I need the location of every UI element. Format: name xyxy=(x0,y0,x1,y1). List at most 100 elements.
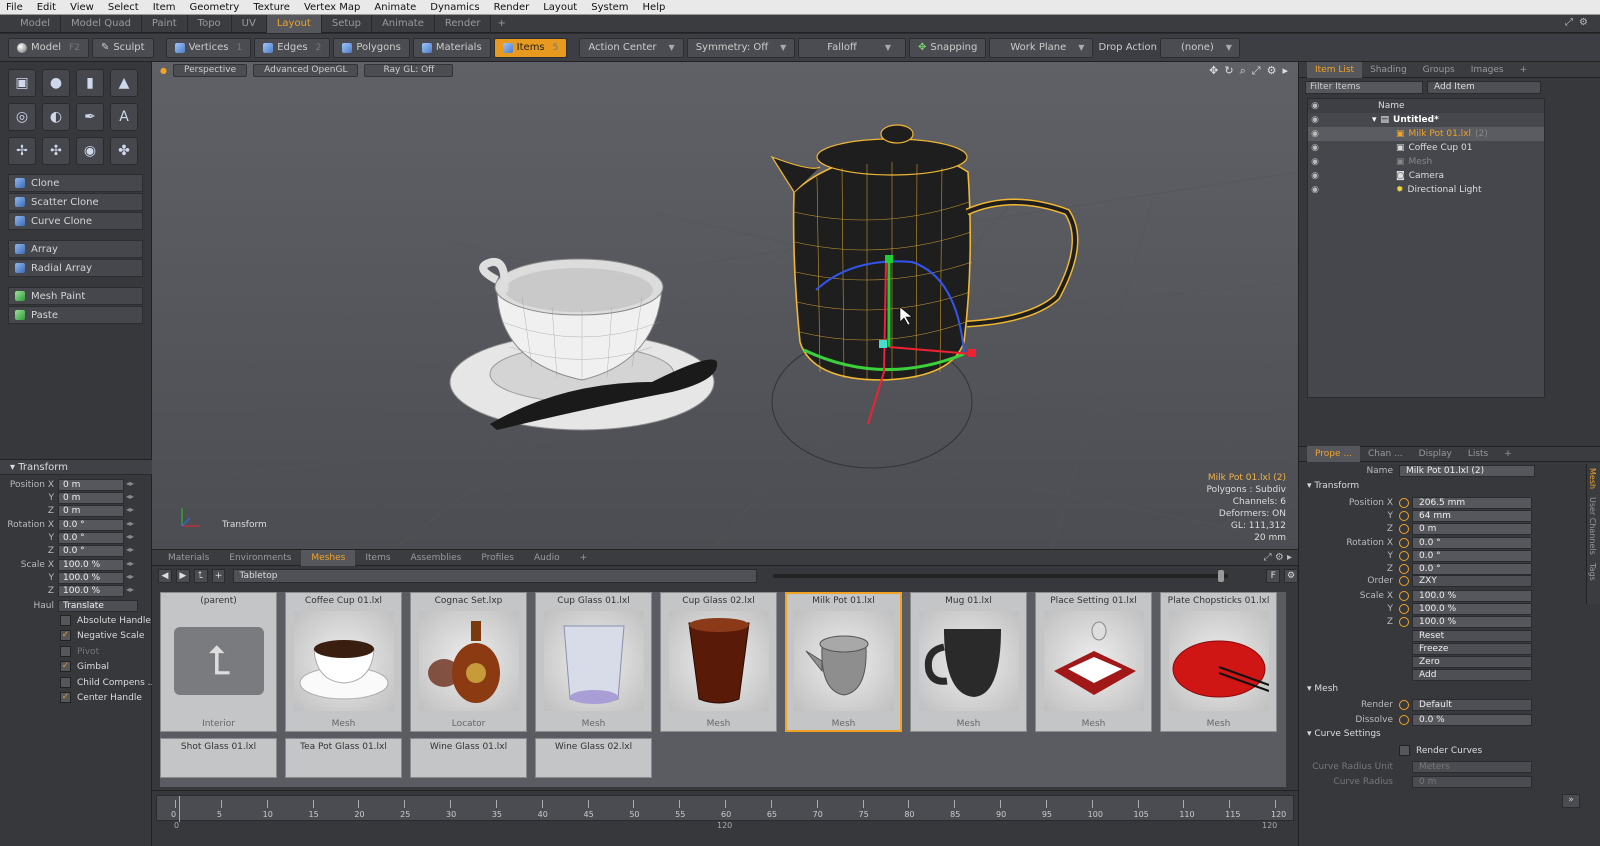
expand-arrow-icon[interactable]: ▸ xyxy=(1282,64,1288,78)
prop-rotation-z-field[interactable]: 0.0 ° xyxy=(1412,562,1532,575)
spinner-icon[interactable]: ◂▸ xyxy=(126,479,136,491)
menu-texture[interactable]: Texture xyxy=(253,2,290,13)
menu-edit[interactable]: Edit xyxy=(37,2,56,13)
eye-icon[interactable]: ◉ xyxy=(1308,115,1322,125)
tab-materials[interactable]: Materials xyxy=(158,550,219,566)
scale-y-field[interactable]: 100.0 % xyxy=(58,571,124,584)
preset-place-setting[interactable]: Place Setting 01.lxl Mesh xyxy=(1035,592,1152,732)
menu-animate[interactable]: Animate xyxy=(374,2,416,13)
side-tab-mesh[interactable]: Mesh xyxy=(1587,464,1598,493)
curve-radius-unit-dropdown[interactable]: Meters xyxy=(1412,760,1532,773)
preset-tea-pot-glass[interactable]: Tea Pot Glass 01.lxl xyxy=(285,738,402,778)
items-button[interactable]: Items 5 xyxy=(493,37,568,58)
checkbox[interactable]: ✓ xyxy=(60,630,71,641)
order-dropdown[interactable]: ZXY xyxy=(1412,574,1532,587)
mesh-section[interactable]: ▾ Mesh xyxy=(1307,684,1338,694)
filter-icon[interactable]: F xyxy=(1266,569,1281,583)
spinner-icon[interactable]: ◂▸ xyxy=(126,519,136,531)
eye-icon[interactable]: ◉ xyxy=(1308,129,1322,139)
pan-icon[interactable]: ✥ xyxy=(1209,64,1218,78)
tab-layout[interactable]: Layout xyxy=(266,14,322,33)
snapping-button[interactable]: ✥ Snapping xyxy=(908,37,987,58)
menu-select[interactable]: Select xyxy=(108,2,139,13)
drop-action-dropdown[interactable]: (none) ▼ xyxy=(1160,37,1241,58)
tab-properties[interactable]: Prope ... xyxy=(1307,446,1360,462)
edges-button[interactable]: Edges 2 xyxy=(254,37,331,58)
preset-mug[interactable]: Mug 01.lxl Mesh xyxy=(910,592,1027,732)
keyframe-icon[interactable] xyxy=(1399,523,1409,534)
item-name-field[interactable]: Milk Pot 01.lxl (2) xyxy=(1399,464,1535,477)
3d-viewport[interactable]: ● Perspective Advanced OpenGL Ray GL: Of… xyxy=(152,62,1298,550)
spinner-icon[interactable]: ◂▸ xyxy=(126,492,136,504)
prop-scale-z-field[interactable]: 100.0 % xyxy=(1412,615,1532,628)
list-item[interactable]: ◉ ◙ Camera xyxy=(1308,169,1544,183)
sculpt-mode-button[interactable]: ✎ Sculpt xyxy=(91,37,154,58)
absolute-handle-option[interactable]: Absolute Handle xyxy=(60,615,151,626)
keyframe-icon[interactable] xyxy=(1399,550,1409,561)
child-compensation-option[interactable]: Child Compens ... xyxy=(60,677,156,688)
tab-audio[interactable]: Audio xyxy=(524,550,570,566)
spinner-icon[interactable]: ◂▸ xyxy=(126,559,136,571)
menu-view[interactable]: View xyxy=(70,2,94,13)
add-item-dropdown[interactable]: Add Item xyxy=(1427,81,1541,94)
checkbox[interactable] xyxy=(60,615,71,626)
tab-channels[interactable]: Chan ... xyxy=(1360,446,1411,462)
prop-scale-x-field[interactable]: 100.0 % xyxy=(1412,589,1532,602)
rotate-tool-icon[interactable]: ✣ xyxy=(42,137,70,165)
haul-dropdown[interactable]: Translate xyxy=(58,599,138,612)
panel-gear-icon[interactable]: ⤢ ⚙ ▸ xyxy=(1264,552,1298,563)
prop-scale-y-field[interactable]: 100.0 % xyxy=(1412,602,1532,615)
fit-icon[interactable]: ⤢ xyxy=(1252,64,1261,78)
timeline[interactable]: 0 5 10 15 20 25 30 35 40 45 50 55 60 65 70 75 80 85 90 95 10… xyxy=(152,790,1298,846)
render-dropdown[interactable]: Default xyxy=(1412,698,1532,711)
action-center-dropdown[interactable]: Action Center ▼ xyxy=(579,37,684,58)
curve-clone-tool[interactable]: Curve Clone xyxy=(8,212,143,230)
add-icon[interactable]: + xyxy=(211,569,226,583)
list-item[interactable]: ◉ ▾ ▤ Untitled* xyxy=(1308,113,1544,127)
preset-shot-glass[interactable]: Shot Glass 01.lxl xyxy=(160,738,277,778)
position-y-field[interactable]: 0 m xyxy=(58,491,124,504)
gimbal-option[interactable]: ✓ Gimbal xyxy=(60,661,109,672)
curve-settings-section[interactable]: ▾ Curve Settings xyxy=(1307,729,1381,739)
add-preset-tab-button[interactable]: + xyxy=(570,550,598,566)
keyframe-icon[interactable] xyxy=(1399,575,1409,586)
list-item[interactable]: ◉ ▣ Milk Pot 01.lxl (2) xyxy=(1308,127,1544,141)
gear-icon[interactable]: ⚙ xyxy=(1579,17,1588,28)
time-cursor[interactable] xyxy=(179,796,180,822)
prop-rotation-y-field[interactable]: 0.0 ° xyxy=(1412,549,1532,562)
forward-arrow-icon[interactable]: ▶ xyxy=(175,569,190,583)
tab-meshes[interactable]: Meshes xyxy=(301,549,356,566)
preset-path-field[interactable]: Tabletop xyxy=(233,569,758,583)
menu-geometry[interactable]: Geometry xyxy=(189,2,239,13)
scale-z-field[interactable]: 100.0 % xyxy=(58,584,124,597)
rotation-x-field[interactable]: 0.0 ° xyxy=(58,518,124,531)
polygons-button[interactable]: Polygons xyxy=(333,37,410,58)
keyframe-icon[interactable] xyxy=(1399,537,1409,548)
up-folder-icon[interactable]: ⮤ xyxy=(193,569,208,583)
ray-gl-button[interactable]: Ray GL: Off xyxy=(364,64,454,77)
spinner-icon[interactable]: ◂▸ xyxy=(126,545,136,557)
add-dropdown[interactable]: Add xyxy=(1412,668,1532,681)
work-plane-dropdown[interactable]: Work Plane ▼ xyxy=(989,37,1094,58)
menu-file[interactable]: File xyxy=(6,2,23,13)
position-z-field[interactable]: 0 m xyxy=(58,504,124,517)
prop-rotation-x-field[interactable]: 0.0 ° xyxy=(1412,536,1532,549)
scale-x-field[interactable]: 100.0 % xyxy=(58,558,124,571)
keyframe-icon[interactable] xyxy=(1399,714,1409,725)
expand-panel-icon[interactable]: » xyxy=(1562,794,1580,808)
tab-groups[interactable]: Groups xyxy=(1415,62,1463,78)
eye-icon[interactable]: ◉ xyxy=(1308,171,1322,181)
spinner-icon[interactable]: ◂▸ xyxy=(126,585,136,597)
list-item[interactable]: ◉ ✹ Directional Light xyxy=(1308,183,1544,197)
menu-render[interactable]: Render xyxy=(494,2,530,13)
cube-primitive-icon[interactable]: ▣ xyxy=(8,69,36,97)
add-right-tab-button[interactable]: + xyxy=(1512,62,1536,78)
tab-render[interactable]: Render xyxy=(435,14,492,33)
mesh-paint-tool[interactable]: Mesh Paint xyxy=(8,287,143,305)
tab-animate[interactable]: Animate xyxy=(372,14,435,33)
tab-item-list[interactable]: Item List xyxy=(1307,61,1363,78)
add-prop-tab-button[interactable]: + xyxy=(1496,446,1520,462)
model-mode-button[interactable]: Model F2 xyxy=(8,37,89,58)
prop-position-x-field[interactable]: 206.5 mm xyxy=(1412,496,1532,509)
back-arrow-icon[interactable]: ◀ xyxy=(158,569,172,583)
